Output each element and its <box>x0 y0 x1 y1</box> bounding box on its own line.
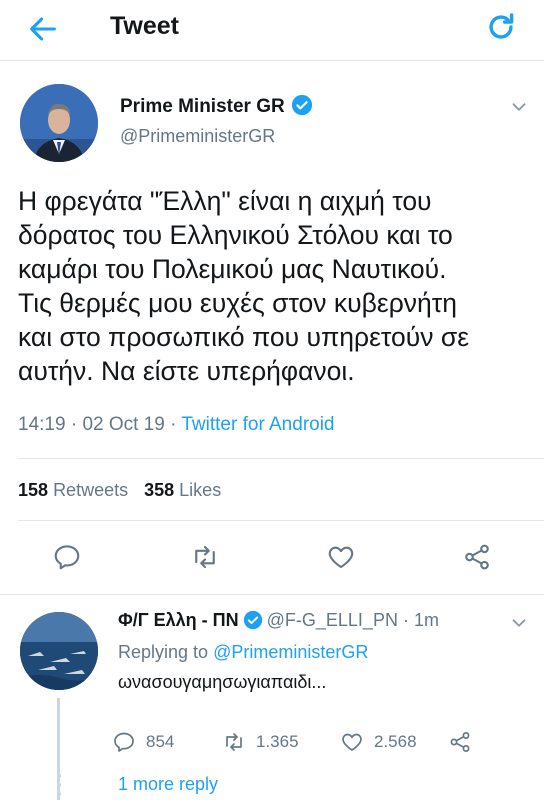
reply-likes-count: 2.568 <box>374 732 417 751</box>
page-title: Tweet <box>110 12 179 40</box>
reply-retweets-count: 1.365 <box>256 732 299 751</box>
reply-author-handle[interactable]: @F-G_ELLI_PN <box>267 610 398 630</box>
tweet-date: 02 Oct 19 <box>82 414 165 435</box>
top-bar: Tweet <box>0 0 544 61</box>
reply-author-name[interactable]: Φ/Γ Ελλη - ΠΝ <box>118 610 239 630</box>
reply-avatar-image <box>20 612 98 690</box>
chevron-down-icon[interactable] <box>508 96 530 118</box>
reply-author-avatar[interactable] <box>20 612 98 690</box>
likes-stat[interactable]: 358 Likes <box>144 480 221 500</box>
author-avatar-image <box>20 84 98 162</box>
replying-to: Replying to @PrimeministerGR <box>118 642 368 663</box>
chevron-down-icon[interactable] <box>508 612 530 634</box>
replying-to-link[interactable]: @PrimeministerGR <box>213 642 368 662</box>
reply-replies-button[interactable]: 854 <box>112 730 174 754</box>
reply-text: ωνασουγαμησωγιαπαιδι... <box>118 672 327 692</box>
tweet-text: Η φρεγάτα "Έλλη" είναι η αιχμή του δόρατ… <box>18 186 470 386</box>
tweet-source-link[interactable]: Twitter for Android <box>181 414 334 435</box>
author-name[interactable]: Prime Minister GR <box>120 94 313 118</box>
meta-separator: · <box>170 414 177 435</box>
like-heart-icon[interactable] <box>326 542 356 572</box>
reply-header: Φ/Γ Ελλη - ΠΝ @F-G_ELLI_PN · 1m <box>118 610 439 631</box>
more-replies-link[interactable]: 1 more reply <box>118 774 218 795</box>
share-icon[interactable] <box>462 542 492 572</box>
share-icon <box>450 732 470 752</box>
back-arrow-icon[interactable] <box>26 12 60 46</box>
divider <box>18 458 544 459</box>
replying-prefix: Replying to <box>118 642 209 662</box>
likes-count: 358 <box>144 480 175 500</box>
reply-retweet-button[interactable]: 1.365 <box>222 730 299 754</box>
reply-share-button[interactable] <box>448 730 472 754</box>
divider <box>0 594 544 595</box>
tweet-stats: 158 Retweets 358 Likes <box>18 480 221 501</box>
author-name-text: Prime Minister GR <box>120 96 285 117</box>
author-avatar[interactable] <box>20 84 98 162</box>
retweets-label: Retweets <box>53 480 129 500</box>
reply-icon[interactable] <box>52 542 82 572</box>
retweets-stat[interactable]: 158 Retweets <box>18 480 128 500</box>
verified-badge-icon <box>291 94 312 116</box>
refresh-icon[interactable] <box>484 10 518 44</box>
likes-label: Likes <box>179 480 222 500</box>
thread-dots <box>57 774 61 796</box>
verified-badge-icon <box>243 610 262 630</box>
divider <box>18 520 544 521</box>
like-heart-icon <box>342 733 362 751</box>
tweet-meta: 14:19 · 02 Oct 19 · Twitter for Android <box>18 414 335 436</box>
tweet-time: 14:19 <box>18 414 66 435</box>
author-handle[interactable]: @PrimeministerGR <box>120 126 275 147</box>
meta-separator: · <box>70 414 78 435</box>
reply-icon <box>114 732 134 752</box>
reply-replies-count: 854 <box>146 732 175 751</box>
retweet-icon[interactable] <box>190 542 220 572</box>
retweets-count: 158 <box>18 480 49 500</box>
reply-time: · 1m <box>402 610 439 630</box>
reply-like-button[interactable]: 2.568 <box>340 730 417 754</box>
retweet-icon <box>226 733 242 751</box>
